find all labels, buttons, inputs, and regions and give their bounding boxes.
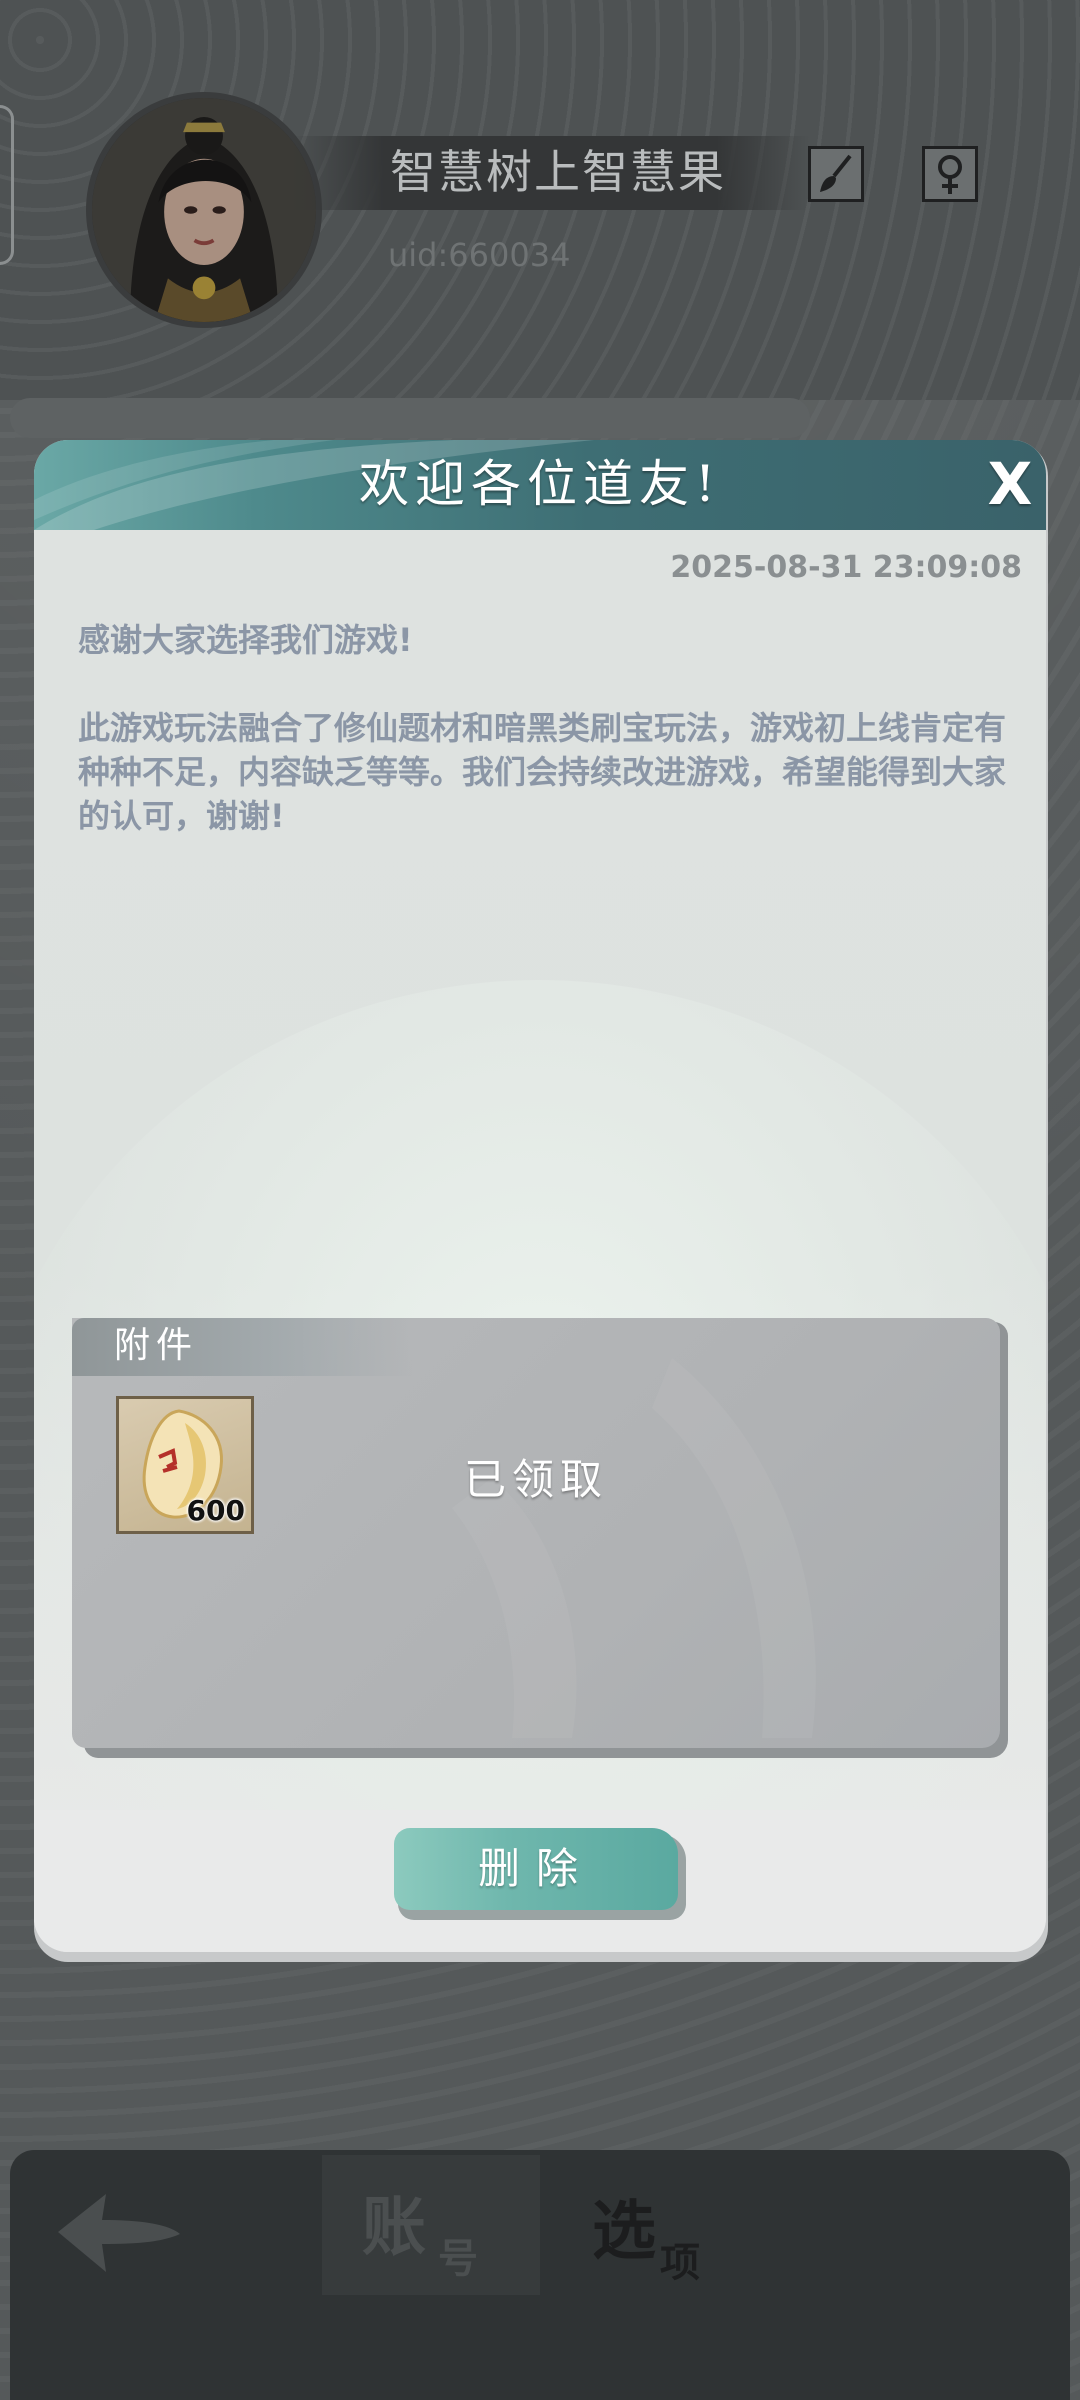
mail-paragraph-1: 感谢大家选择我们游戏!: [78, 621, 413, 659]
mail-timestamp: 2025-08-31 23:09:08: [670, 550, 1022, 585]
female-symbol-icon[interactable]: [922, 146, 978, 202]
mail-dialog: 欢迎各位道友! X 2025-08-31 23:09:08 感谢大家选择我们游戏…: [34, 440, 1046, 1952]
attachment-label: 附件: [114, 1325, 199, 1366]
brush-icon[interactable]: [808, 146, 864, 202]
delete-button[interactable]: 删除: [394, 1828, 678, 1910]
background-strip: [10, 398, 810, 438]
claimed-status: 已领取: [463, 1455, 608, 1504]
mail-paragraph-2: 此游戏玩法融合了修仙题材和暗黑类刷宝玩法，游戏初上线肯定有种种不足，内容缺乏等等…: [78, 709, 1007, 835]
dialog-title: 欢迎各位道友!: [358, 455, 722, 513]
tab-account-label-big: 账: [362, 2191, 426, 2265]
tab-account-label-small: 号: [438, 2236, 478, 2282]
tab-options-label-small: 项: [660, 2240, 700, 2286]
close-button[interactable]: X: [980, 452, 1040, 516]
player-name: 智慧树上智慧果: [390, 145, 726, 199]
player-uid: uid:660034: [388, 236, 571, 274]
mail-content: 感谢大家选择我们游戏! 此游戏玩法融合了修仙题材和暗黑类刷宝玩法，游戏初上线肯定…: [78, 618, 1028, 882]
back-arrow-icon[interactable]: [50, 2180, 190, 2290]
side-tab-edge: [0, 105, 14, 265]
tab-options[interactable]: 选: [592, 2180, 656, 2272]
avatar[interactable]: [86, 92, 322, 328]
tab-account[interactable]: [322, 2155, 540, 2295]
